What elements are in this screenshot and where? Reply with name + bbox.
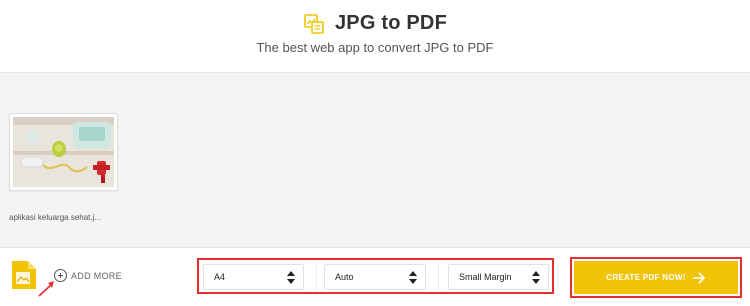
margin-select[interactable]: Small Margin [448,264,549,290]
create-pdf-highlight: CREATE PDF NOW! [570,257,742,298]
jpg-to-pdf-app: JPG to PDF The best web app to convert J… [0,0,750,306]
app-header: JPG to PDF The best web app to convert J… [0,0,750,72]
sort-arrows-icon [287,271,295,284]
select-divider [438,264,439,290]
pdf-options-group: A4 Auto Small Margin [197,258,554,294]
page-title: JPG to PDF [334,12,447,34]
page-subtitle: The best web app to convert JPG to PDF [256,40,494,55]
orientation-value: Auto [335,272,354,282]
bottom-toolbar: ADD MORE A4 Auto Small Margin CREATE PDF… [0,247,750,306]
add-more-label: ADD MORE [71,270,122,281]
file-workarea[interactable]: aplikasi keluarga sehat.j... [0,72,750,247]
margin-value: Small Margin [459,272,512,282]
title-row: JPG to PDF [0,12,750,35]
page-size-value: A4 [214,272,226,282]
sort-arrows-icon [532,271,540,284]
create-pdf-button[interactable]: CREATE PDF NOW! [574,261,738,294]
annotation-arrow [38,281,54,297]
file-thumbnail-card[interactable] [9,113,118,191]
arrow-right-icon [692,271,705,284]
create-pdf-label: CREATE PDF NOW! [606,273,686,282]
add-more-button[interactable]: ADD MORE [54,269,122,282]
image-to-pdf-icon [304,13,324,34]
orientation-select[interactable]: Auto [324,264,426,290]
select-divider [316,264,317,290]
page-size-select[interactable]: A4 [203,264,304,290]
image-file-icon [12,261,36,289]
file-thumbnail-image [13,117,114,187]
file-name-label: aplikasi keluarga sehat.j... [9,213,102,222]
sort-arrows-icon [409,271,417,284]
